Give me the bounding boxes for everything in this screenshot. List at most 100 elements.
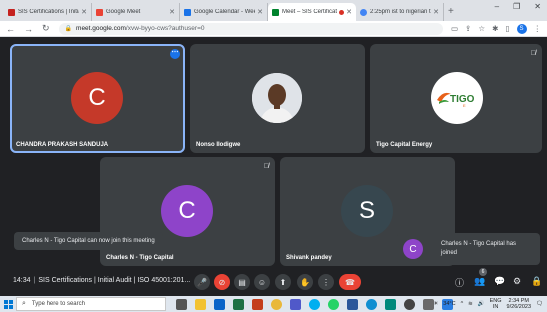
browser-tab-active[interactable]: Meet – SIS Certification ✕	[268, 3, 356, 21]
raise-hand-button[interactable]: ✋	[297, 274, 313, 290]
meet-favicon-icon	[96, 8, 103, 16]
browser-tab[interactable]: SIS Certifications | Initial Audit ✕	[4, 3, 92, 21]
admit-notification: Charles N - Tigo Capital can now join th…	[14, 232, 163, 250]
weather-icon: ☀	[433, 301, 439, 307]
language-indicator[interactable]: ENG IN	[490, 298, 502, 310]
tab-label: SIS Certifications | Initial Audit	[18, 9, 79, 15]
meet-app-icon[interactable]	[385, 298, 396, 310]
calendar-favicon-icon	[184, 8, 191, 16]
microphone-button[interactable]: 🎤	[194, 274, 210, 290]
logo-letter: E	[463, 103, 466, 108]
browser-tab[interactable]: 2:25pm ist to nigerian timing ✕	[356, 3, 444, 21]
joined-notification: C Charles N - Tigo Capital has joined	[397, 233, 540, 265]
teams-icon[interactable]	[290, 298, 301, 310]
browser-tab[interactable]: Google Meet ✕	[92, 3, 180, 21]
participant-photo	[252, 73, 302, 123]
participant-tile[interactable]: Nonso Ilodigwe	[190, 44, 365, 153]
host-controls-icon[interactable]: 🔒	[531, 276, 542, 287]
camera-icon[interactable]: ▭	[451, 24, 458, 33]
close-tab-icon[interactable]: ✕	[81, 8, 87, 16]
clock-date: 9/26/2023	[506, 304, 532, 310]
participant-name: CHANDRA PRAKASH SANDUJA	[16, 142, 109, 148]
captions-button[interactable]: ▤	[234, 274, 250, 290]
whatsapp-icon[interactable]	[328, 298, 339, 310]
forward-arrow-icon[interactable]: →	[24, 24, 33, 34]
outlook-icon[interactable]	[214, 298, 225, 310]
taskbar-search-input[interactable]: ⌕ Type here to search	[16, 297, 166, 311]
notification-text: Charles N - Tigo Capital has joined	[441, 240, 516, 258]
edge-icon[interactable]	[366, 298, 377, 310]
present-button[interactable]: ⬆	[275, 274, 291, 290]
new-tab-button[interactable]: +	[448, 3, 454, 21]
separator: |	[33, 277, 36, 284]
more-options-button[interactable]: ⋮	[318, 274, 334, 290]
company-logo: TIGO E	[431, 72, 483, 124]
leave-call-button[interactable]: ☎	[339, 274, 361, 290]
tray-chevron-icon[interactable]: ^	[461, 301, 464, 307]
file-explorer-icon[interactable]	[195, 298, 206, 310]
search-placeholder: Type here to search	[31, 301, 85, 307]
close-tab-icon[interactable]: ✕	[433, 8, 439, 16]
windows-start-icon[interactable]	[0, 296, 16, 312]
maximize-button[interactable]: ❐	[513, 2, 520, 11]
meeting-details-icon[interactable]: ⓘ	[455, 276, 464, 289]
close-window-button[interactable]: ✕	[534, 2, 541, 11]
participant-name: Nonso Ilodigwe	[196, 142, 241, 148]
browser-tab[interactable]: Google Calendar - Week of 9 ✕	[180, 3, 268, 21]
extensions-icon[interactable]: ✱	[492, 24, 498, 33]
emoji-button[interactable]: ☺	[254, 274, 270, 290]
skype-icon[interactable]	[309, 298, 320, 310]
toolbar-icons: ▭ ⇪ ☆ ✱ ▯ S ⋮	[451, 23, 542, 34]
window-controls: – ❐ ✕	[495, 2, 541, 11]
participant-tile[interactable]: 🎙̸ TIGO E Tigo Capital Energy	[370, 44, 542, 153]
activities-icon[interactable]: ⚙	[513, 276, 521, 287]
meet-favicon-icon	[272, 8, 279, 16]
taskbar-clock[interactable]: 2:34 PM 9/26/2023	[507, 298, 531, 310]
task-view-icon[interactable]	[176, 298, 187, 310]
screen: SIS Certifications | Initial Audit ✕ Goo…	[0, 0, 547, 312]
url-field[interactable]: 🔒 meet.google.com/xvw-byyo-cws?authuser=…	[58, 22, 443, 35]
back-arrow-icon[interactable]: ←	[6, 24, 15, 34]
volume-icon[interactable]: 🔊	[478, 301, 485, 307]
close-tab-icon[interactable]: ✕	[257, 8, 263, 16]
people-icon[interactable]: 👥	[474, 276, 485, 287]
chrome-icon[interactable]	[271, 298, 282, 310]
notification-line: joined	[441, 250, 458, 256]
tab-label: Google Meet	[106, 9, 141, 15]
participant-count-badge: 6	[479, 268, 487, 276]
settings-icon[interactable]	[404, 298, 415, 310]
share-icon[interactable]: ⇪	[465, 24, 471, 33]
windows-taskbar: ⌕ Type here to search ☀ 34°C ^ ≋ 🔊 ENG I…	[0, 296, 547, 312]
bookmark-star-icon[interactable]: ☆	[478, 24, 485, 33]
chat-icon[interactable]: 💬	[494, 276, 505, 287]
word-icon[interactable]	[347, 298, 358, 310]
meeting-control-bar: 14:34 | SIS Certifications | Initial Audit…	[0, 266, 547, 296]
notification-line: Charles N - Tigo Capital has	[441, 241, 517, 247]
meeting-info: 14:34 | SIS Certifications | Initial Audit…	[13, 277, 190, 284]
close-tab-icon[interactable]: ✕	[169, 8, 175, 16]
participant-avatar: C	[71, 72, 123, 124]
powerpoint-icon[interactable]	[252, 298, 263, 310]
notifications-icon[interactable]: 🗨	[536, 301, 543, 307]
url-path: /xvw-byyo-cws?authuser=0	[125, 25, 205, 32]
profile-avatar[interactable]: S	[516, 23, 527, 34]
weather-temp: 34°C	[443, 301, 456, 307]
person-photo-icon	[252, 73, 302, 123]
close-tab-icon[interactable]: ✕	[346, 8, 352, 16]
chrome-menu-icon[interactable]: ⋮	[534, 24, 542, 33]
reload-icon[interactable]: ↻	[42, 23, 50, 34]
camera-off-button[interactable]: ⊘	[214, 274, 230, 290]
sidebar-icon[interactable]: ▯	[505, 24, 509, 33]
more-options-icon[interactable]: ⋯	[170, 49, 180, 59]
system-tray: ☀ 34°C ^ ≋ 🔊 ENG IN 2:34 PM 9/26/2023 🗨	[433, 296, 543, 312]
excel-icon[interactable]	[233, 298, 244, 310]
lock-icon: 🔒	[64, 26, 73, 32]
region-code: IN	[492, 304, 499, 310]
wifi-icon[interactable]: ≋	[468, 301, 473, 307]
url-host: meet.google.com	[76, 25, 126, 32]
minimize-button[interactable]: –	[495, 2, 499, 11]
participant-tile[interactable]: C ⋯ CHANDRA PRAKASH SANDUJA	[10, 44, 185, 153]
google-favicon-icon	[360, 8, 367, 16]
tab-label: Meet – SIS Certification	[282, 9, 337, 15]
participant-avatar: S	[341, 185, 393, 237]
